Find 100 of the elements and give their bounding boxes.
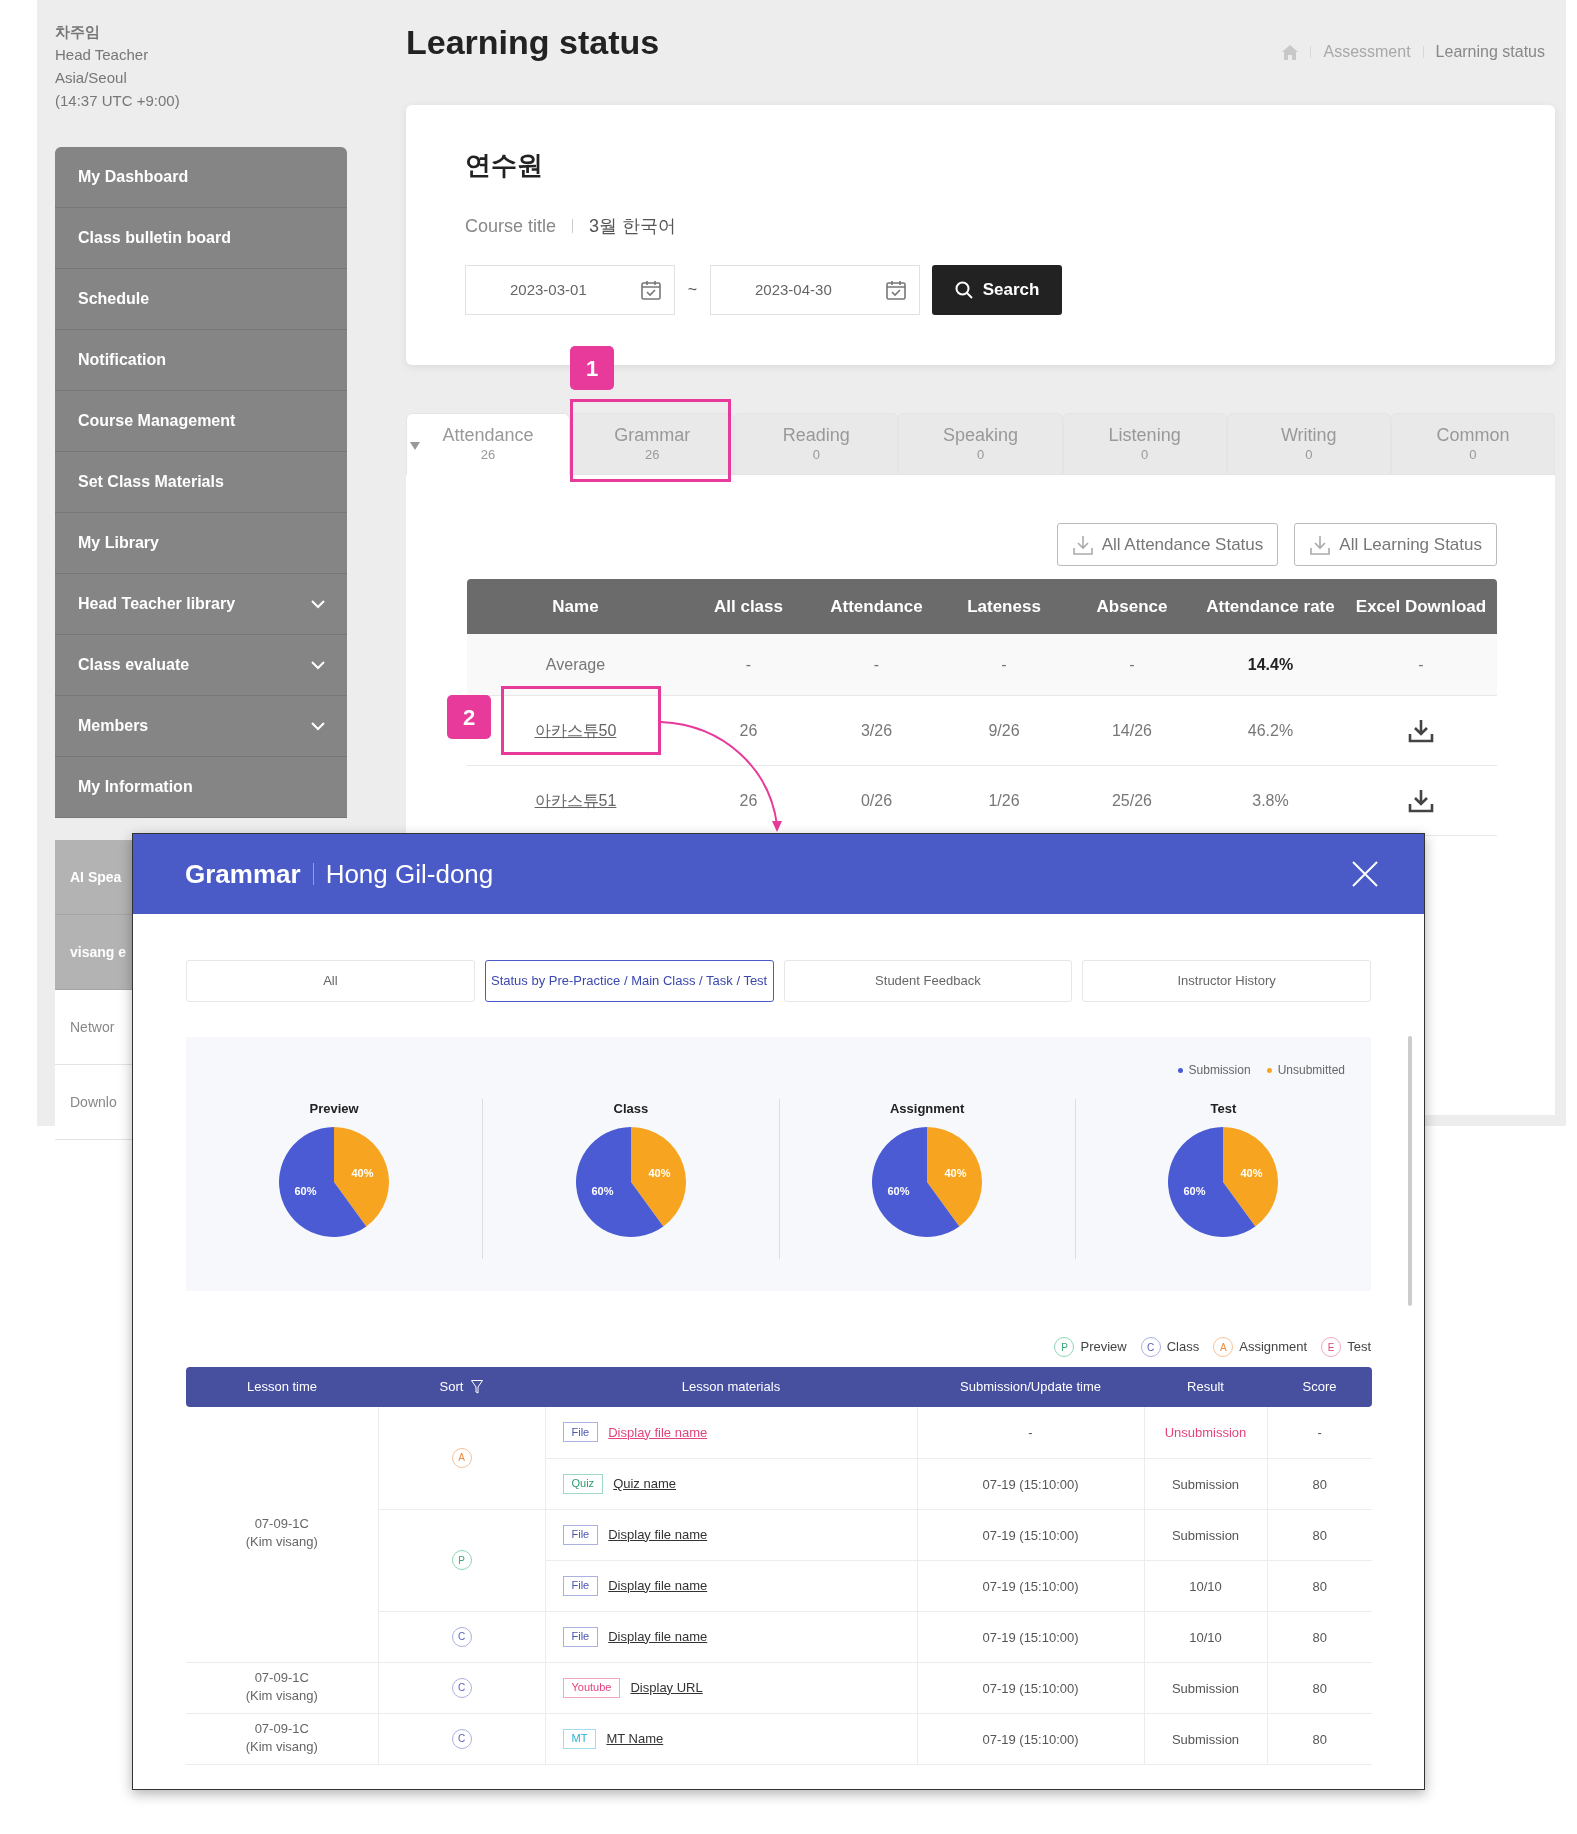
table-cell-text: -	[1000, 654, 1008, 675]
sort-badge: C	[451, 1728, 472, 1749]
close-icon[interactable]	[1352, 861, 1378, 887]
table-cell-text: -	[1417, 654, 1425, 675]
tab[interactable]: Attendance 26	[406, 413, 571, 475]
result-text: Submission	[1171, 1680, 1240, 1696]
user-time: (14:37 UTC +9:00)	[55, 91, 181, 111]
download-button[interactable]: All Learning Status	[1294, 523, 1497, 566]
caret-icon	[410, 442, 420, 450]
material-tag: File	[562, 1626, 599, 1647]
sidebar-item[interactable]: Class evaluate	[55, 635, 347, 696]
material-link[interactable]: Display file name	[608, 1524, 708, 1545]
column-header: Excel Download	[1354, 595, 1488, 618]
sidebar-item[interactable]: My Dashboard	[55, 147, 347, 208]
course-title: 3월 한국어	[589, 215, 677, 238]
column-header: Result	[1144, 1367, 1267, 1407]
column-header: Submission/Update time	[917, 1367, 1144, 1407]
sidebar-item[interactable]: Course Management	[55, 391, 347, 452]
sidebar-item[interactable]: Class bulletin board	[55, 208, 347, 269]
table-cell-text: 3.8%	[1251, 790, 1290, 811]
sidebar-item[interactable]: Set Class Materials	[55, 452, 347, 513]
material-link[interactable]: Display file name	[608, 1626, 708, 1647]
tab[interactable]: Common 0	[1390, 413, 1555, 475]
search-button[interactable]: Search	[932, 265, 1062, 315]
legend-label: Test	[1347, 1338, 1371, 1357]
sort-badge: E	[1321, 1337, 1342, 1357]
filter-icon[interactable]	[471, 1380, 484, 1394]
column-header: Lateness	[966, 595, 1042, 618]
sidebar-item[interactable]: Schedule	[55, 269, 347, 330]
slice-label: 60%	[1183, 1184, 1206, 1197]
tab[interactable]: Speaking 0	[898, 413, 1063, 475]
slice-label: 40%	[648, 1166, 671, 1179]
student-link[interactable]: 아카스튜50	[534, 721, 617, 739]
scrollbar[interactable]	[1408, 1036, 1412, 1306]
table-cell-text: -	[744, 654, 753, 675]
column-header: Lesson time	[186, 1367, 378, 1407]
result-text: Submission	[1171, 1527, 1240, 1543]
sidebar-item[interactable]: Members	[55, 696, 347, 757]
material-link[interactable]: Display file name	[608, 1575, 708, 1596]
download-icon[interactable]	[1408, 718, 1434, 743]
material-link[interactable]: Display file name	[608, 1422, 708, 1442]
material-tag: Quiz	[562, 1473, 604, 1494]
column-header: Absence	[1095, 595, 1169, 618]
sidebar-item[interactable]: My Information	[55, 757, 347, 818]
tab[interactable]: Listening 0	[1062, 413, 1227, 475]
tab[interactable]: Writing 0	[1226, 413, 1391, 475]
chevron-down-icon	[311, 660, 325, 670]
material-tag: File	[562, 1422, 599, 1443]
user-timezone: Asia/Seoul	[55, 68, 128, 88]
sidebar-item[interactable]: Head Teacher library	[55, 574, 347, 635]
start-date-field[interactable]: 2023-03-01	[465, 265, 675, 315]
user-role: Head Teacher	[55, 45, 150, 65]
modal-tab[interactable]: All	[186, 960, 475, 1002]
slice-label: 60%	[294, 1184, 317, 1197]
modal-tab[interactable]: Status by Pre-Practice / Main Class / Task / Test	[484, 960, 774, 1002]
modal-title: Grammar	[185, 857, 301, 891]
result-text: 10/10	[1189, 1578, 1222, 1594]
legend-label: Unsubmitted	[1277, 1062, 1345, 1079]
submission-time: -	[1028, 1425, 1033, 1441]
breadcrumb-item[interactable]: Assessment	[1323, 40, 1411, 64]
legend-label: Assignment	[1239, 1338, 1308, 1357]
result-text: Submission	[1171, 1731, 1240, 1747]
download-button[interactable]: All Attendance Status	[1056, 523, 1279, 566]
submission-time: 07-19 (15:10:00)	[982, 1731, 1079, 1747]
chevron-down-icon	[311, 599, 325, 609]
tab[interactable]: Grammar 26	[570, 413, 735, 475]
table-cell-text: -	[1128, 654, 1136, 675]
page-title: Learning status	[406, 22, 660, 63]
score-text: -	[1317, 1425, 1322, 1441]
score-text: 80	[1312, 1680, 1327, 1696]
slice-label: 40%	[1240, 1166, 1263, 1179]
score-text: 80	[1312, 1578, 1327, 1594]
slice-label: 60%	[591, 1184, 614, 1197]
submission-time: 07-19 (15:10:00)	[982, 1578, 1079, 1594]
chart-title: Assignment	[889, 1100, 965, 1118]
material-tag: Youtube	[562, 1677, 621, 1698]
sidebar-item[interactable]: Notification	[55, 330, 347, 391]
chart-title: Preview	[309, 1100, 359, 1118]
modal-tab[interactable]: Student Feedback	[783, 960, 1073, 1002]
tab[interactable]: Reading 0	[734, 413, 899, 475]
result-text: Unsubmission	[1164, 1425, 1247, 1441]
material-link[interactable]: MT Name	[606, 1728, 664, 1749]
modal-tab[interactable]: Instructor History	[1082, 960, 1371, 1002]
table-cell-text: 26	[738, 720, 759, 741]
material-link[interactable]: Display URL	[630, 1677, 703, 1698]
student-link[interactable]: 아카스튜51	[534, 791, 617, 809]
course-label: Course title	[465, 215, 557, 238]
score-text: 80	[1312, 1731, 1327, 1747]
material-link[interactable]: Quiz name	[613, 1473, 676, 1494]
column-header: Score	[1267, 1367, 1372, 1407]
calendar-icon	[885, 279, 907, 301]
breadcrumb-item: Learning status	[1435, 42, 1545, 62]
table-cell-text: 26	[738, 790, 759, 811]
column-header: Lesson materials	[545, 1367, 917, 1407]
end-date-field[interactable]: 2023-04-30	[710, 265, 920, 315]
download-icon	[1309, 533, 1332, 556]
legend-label: Class	[1166, 1338, 1200, 1357]
sidebar-item[interactable]: My Library	[55, 513, 347, 574]
download-icon[interactable]	[1408, 788, 1434, 813]
table-cell-text: 46.2%	[1246, 720, 1295, 741]
